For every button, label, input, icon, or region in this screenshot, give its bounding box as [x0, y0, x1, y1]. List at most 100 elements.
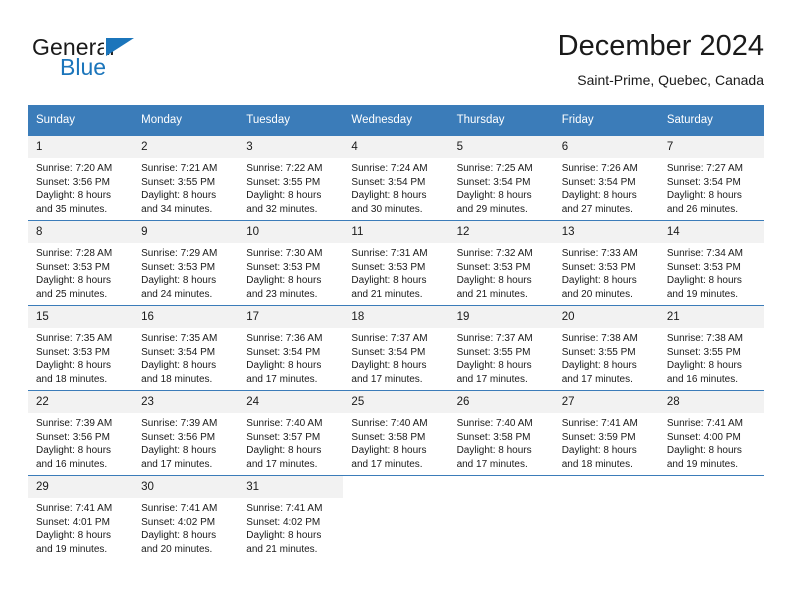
- sunset-text: Sunset: 3:59 PM: [561, 431, 636, 443]
- calendar-day-cell[interactable]: 31 Sunrise: 7:41 AM Sunset: 4:02 PM Dayl…: [238, 475, 344, 560]
- day-number: 5: [448, 136, 554, 158]
- daylight-text-line2: and 21 minutes.: [456, 288, 528, 300]
- sunrise-text: Sunrise: 7:27 AM: [666, 163, 743, 174]
- calendar-day-cell[interactable]: 21 Sunrise: 7:38 AM Sunset: 3:55 PM Dayl…: [658, 305, 764, 391]
- day-number: 25: [343, 391, 449, 413]
- calendar-day-cell[interactable]: 1 Sunrise: 7:20 AM Sunset: 3:56 PM Dayli…: [28, 135, 134, 221]
- daylight-text-line1: Daylight: 8 hours: [456, 275, 532, 286]
- brand-word-blue: Blue: [60, 54, 107, 80]
- day-number: 18: [343, 306, 449, 328]
- day-number: 21: [658, 306, 764, 328]
- daylight-text-line2: and 18 minutes.: [36, 373, 108, 385]
- day-number: 2: [133, 136, 239, 158]
- calendar-day-cell[interactable]: 16 Sunrise: 7:35 AM Sunset: 3:54 PM Dayl…: [133, 305, 239, 391]
- day-number: [343, 476, 448, 498]
- day-info: Sunrise: 7:40 AM Sunset: 3:58 PM Dayligh…: [343, 413, 448, 471]
- sunset-text: Sunset: 4:00 PM: [666, 431, 741, 443]
- calendar-day-cell[interactable]: 28 Sunrise: 7:41 AM Sunset: 4:00 PM Dayl…: [658, 390, 764, 476]
- daylight-text-line2: and 20 minutes.: [141, 543, 213, 555]
- sunrise-text: Sunrise: 7:24 AM: [351, 163, 428, 174]
- calendar-table: Sunday Monday Tuesday Wednesday Thursday…: [28, 105, 764, 560]
- weekday-header-monday: Monday: [133, 105, 239, 136]
- sunset-text: Sunset: 3:53 PM: [456, 261, 531, 273]
- daylight-text-line1: Daylight: 8 hours: [246, 445, 322, 456]
- day-info: Sunrise: 7:35 AM Sunset: 3:54 PM Dayligh…: [133, 328, 238, 386]
- day-info: Sunrise: 7:37 AM Sunset: 3:55 PM Dayligh…: [449, 328, 554, 386]
- calendar-day-cell[interactable]: 26 Sunrise: 7:40 AM Sunset: 3:58 PM Dayl…: [448, 390, 554, 476]
- sunset-text: Sunset: 3:57 PM: [246, 431, 321, 443]
- weekday-header-wednesday: Wednesday: [343, 105, 449, 136]
- weekday-header-thursday: Thursday: [448, 105, 554, 136]
- calendar-day-cell[interactable]: 4 Sunrise: 7:24 AM Sunset: 3:54 PM Dayli…: [343, 135, 449, 221]
- calendar-day-cell[interactable]: 8 Sunrise: 7:28 AM Sunset: 3:53 PM Dayli…: [28, 220, 134, 306]
- calendar-day-cell[interactable]: 25 Sunrise: 7:40 AM Sunset: 3:58 PM Dayl…: [343, 390, 449, 476]
- day-info: Sunrise: 7:36 AM Sunset: 3:54 PM Dayligh…: [238, 328, 343, 386]
- day-info: Sunrise: 7:40 AM Sunset: 3:57 PM Dayligh…: [238, 413, 343, 471]
- sunset-text: Sunset: 3:55 PM: [561, 346, 636, 358]
- day-info: Sunrise: 7:38 AM Sunset: 3:55 PM Dayligh…: [554, 328, 659, 386]
- calendar-day-cell[interactable]: 10 Sunrise: 7:30 AM Sunset: 3:53 PM Dayl…: [238, 220, 344, 306]
- day-number: 6: [553, 136, 659, 158]
- sunset-text: Sunset: 3:54 PM: [561, 176, 636, 188]
- calendar-day-cell[interactable]: 17 Sunrise: 7:36 AM Sunset: 3:54 PM Dayl…: [238, 305, 344, 391]
- daylight-text-line2: and 17 minutes.: [141, 458, 213, 470]
- sunrise-text: Sunrise: 7:30 AM: [246, 248, 323, 259]
- calendar-day-cell[interactable]: 12 Sunrise: 7:32 AM Sunset: 3:53 PM Dayl…: [448, 220, 554, 306]
- daylight-text-line1: Daylight: 8 hours: [561, 360, 637, 371]
- day-number: 13: [553, 221, 659, 243]
- sunset-text: Sunset: 3:55 PM: [246, 176, 321, 188]
- sunset-text: Sunset: 3:53 PM: [561, 261, 636, 273]
- calendar-day-cell[interactable]: 29 Sunrise: 7:41 AM Sunset: 4:01 PM Dayl…: [28, 475, 134, 560]
- day-number: 7: [658, 136, 764, 158]
- calendar-day-cell[interactable]: 18 Sunrise: 7:37 AM Sunset: 3:54 PM Dayl…: [343, 305, 449, 391]
- daylight-text-line2: and 30 minutes.: [351, 203, 423, 215]
- day-info: Sunrise: 7:26 AM Sunset: 3:54 PM Dayligh…: [554, 158, 659, 216]
- calendar-day-cell[interactable]: 30 Sunrise: 7:41 AM Sunset: 4:02 PM Dayl…: [133, 475, 239, 560]
- calendar-day-cell[interactable]: 2 Sunrise: 7:21 AM Sunset: 3:55 PM Dayli…: [133, 135, 239, 221]
- calendar-day-cell[interactable]: 13 Sunrise: 7:33 AM Sunset: 3:53 PM Dayl…: [553, 220, 659, 306]
- calendar-day-cell[interactable]: 3 Sunrise: 7:22 AM Sunset: 3:55 PM Dayli…: [238, 135, 344, 221]
- day-number: 27: [553, 391, 659, 413]
- daylight-text-line1: Daylight: 8 hours: [141, 275, 217, 286]
- calendar-day-cell[interactable]: 24 Sunrise: 7:40 AM Sunset: 3:57 PM Dayl…: [238, 390, 344, 476]
- calendar-week-row: 8 Sunrise: 7:28 AM Sunset: 3:53 PM Dayli…: [28, 220, 764, 306]
- sunset-text: Sunset: 3:56 PM: [36, 176, 110, 188]
- calendar-day-cell[interactable]: 20 Sunrise: 7:38 AM Sunset: 3:55 PM Dayl…: [553, 305, 659, 391]
- calendar-week-row: 15 Sunrise: 7:35 AM Sunset: 3:53 PM Dayl…: [28, 305, 764, 391]
- title-block: December 2024 Saint-Prime, Quebec, Canad…: [558, 28, 764, 90]
- daylight-text-line1: Daylight: 8 hours: [561, 190, 637, 201]
- sunset-text: Sunset: 3:53 PM: [141, 261, 216, 273]
- calendar-day-cell[interactable]: 23 Sunrise: 7:39 AM Sunset: 3:56 PM Dayl…: [133, 390, 239, 476]
- daylight-text-line1: Daylight: 8 hours: [666, 360, 742, 371]
- calendar-day-cell[interactable]: 19 Sunrise: 7:37 AM Sunset: 3:55 PM Dayl…: [448, 305, 554, 391]
- sunset-text: Sunset: 3:54 PM: [351, 346, 426, 358]
- calendar-day-cell[interactable]: 5 Sunrise: 7:25 AM Sunset: 3:54 PM Dayli…: [448, 135, 554, 221]
- calendar-day-cell[interactable]: 15 Sunrise: 7:35 AM Sunset: 3:53 PM Dayl…: [28, 305, 134, 391]
- calendar-day-cell[interactable]: 7 Sunrise: 7:27 AM Sunset: 3:54 PM Dayli…: [658, 135, 764, 221]
- daylight-text-line2: and 17 minutes.: [351, 373, 423, 385]
- calendar-day-cell[interactable]: 9 Sunrise: 7:29 AM Sunset: 3:53 PM Dayli…: [133, 220, 239, 306]
- sunrise-text: Sunrise: 7:38 AM: [666, 333, 743, 344]
- day-number: 16: [133, 306, 239, 328]
- day-number: [554, 476, 659, 498]
- day-info: Sunrise: 7:32 AM Sunset: 3:53 PM Dayligh…: [449, 243, 554, 301]
- triangle-logo-icon: [106, 38, 134, 56]
- calendar-day-cell[interactable]: 27 Sunrise: 7:41 AM Sunset: 3:59 PM Dayl…: [553, 390, 659, 476]
- calendar-day-cell[interactable]: 14 Sunrise: 7:34 AM Sunset: 3:53 PM Dayl…: [658, 220, 764, 306]
- day-info: Sunrise: 7:21 AM Sunset: 3:55 PM Dayligh…: [133, 158, 238, 216]
- day-info: Sunrise: 7:41 AM Sunset: 4:02 PM Dayligh…: [238, 498, 343, 556]
- daylight-text-line1: Daylight: 8 hours: [561, 275, 637, 286]
- daylight-text-line1: Daylight: 8 hours: [246, 190, 322, 201]
- daylight-text-line1: Daylight: 8 hours: [36, 445, 112, 456]
- calendar-day-cell[interactable]: 11 Sunrise: 7:31 AM Sunset: 3:53 PM Dayl…: [343, 220, 449, 306]
- brand-logo[interactable]: General Blue: [32, 34, 222, 92]
- day-number: 22: [28, 391, 134, 413]
- day-number: 14: [658, 221, 764, 243]
- calendar-day-cell[interactable]: 6 Sunrise: 7:26 AM Sunset: 3:54 PM Dayli…: [553, 135, 659, 221]
- day-info: Sunrise: 7:37 AM Sunset: 3:54 PM Dayligh…: [343, 328, 448, 386]
- daylight-text-line2: and 32 minutes.: [246, 203, 318, 215]
- calendar-header-row: Sunday Monday Tuesday Wednesday Thursday…: [28, 105, 764, 136]
- sunrise-text: Sunrise: 7:35 AM: [141, 333, 218, 344]
- sunrise-text: Sunrise: 7:40 AM: [246, 418, 323, 429]
- calendar-day-cell[interactable]: 22 Sunrise: 7:39 AM Sunset: 3:56 PM Dayl…: [28, 390, 134, 476]
